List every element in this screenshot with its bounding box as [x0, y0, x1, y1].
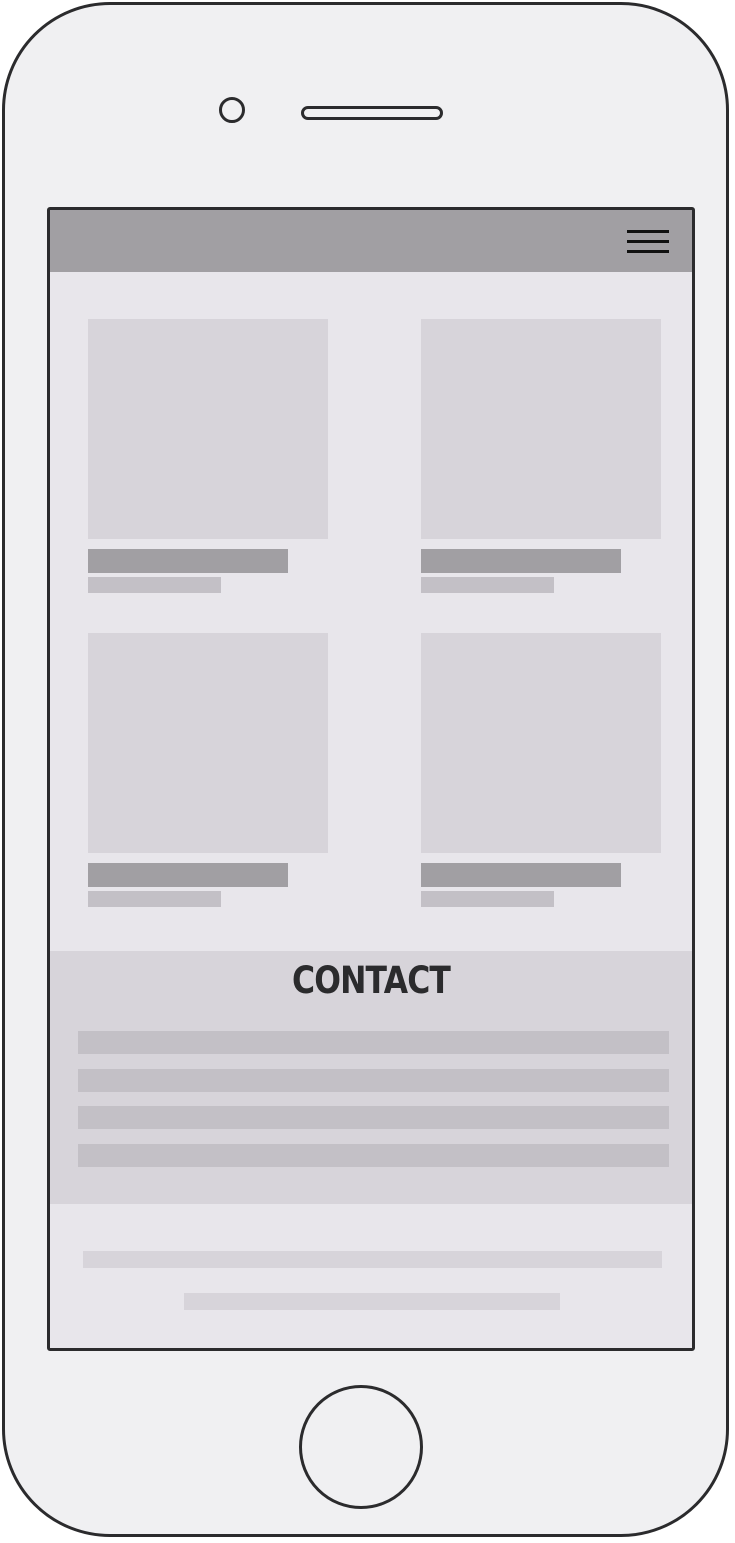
front-camera [219, 97, 245, 123]
contact-field-email[interactable] [78, 1069, 669, 1092]
contact-field-subject[interactable] [78, 1106, 669, 1129]
contact-field-message[interactable] [78, 1144, 669, 1167]
product-card[interactable] [421, 319, 661, 593]
contact-heading: CONTACT [291, 959, 451, 1002]
product-title-placeholder [421, 863, 621, 887]
earpiece-speaker [301, 106, 443, 120]
product-card[interactable] [421, 633, 661, 907]
product-title-placeholder [421, 549, 621, 573]
product-image-placeholder [88, 633, 328, 853]
product-card[interactable] [88, 633, 328, 907]
product-subtitle-placeholder [88, 577, 221, 593]
product-subtitle-placeholder [421, 577, 554, 593]
phone-screen: CONTACT [47, 207, 695, 1351]
product-image-placeholder [421, 319, 661, 539]
contact-section: CONTACT [50, 951, 692, 1204]
home-button[interactable] [299, 1385, 423, 1509]
product-subtitle-placeholder [88, 891, 221, 907]
footer-text-placeholder [184, 1293, 560, 1310]
hamburger-menu-icon[interactable] [627, 228, 669, 256]
top-navigation-bar [50, 210, 692, 272]
product-image-placeholder [88, 319, 328, 539]
product-title-placeholder [88, 549, 288, 573]
product-image-placeholder [421, 633, 661, 853]
product-title-placeholder [88, 863, 288, 887]
product-card[interactable] [88, 319, 328, 593]
footer-text-placeholder [83, 1251, 662, 1268]
phone-frame: CONTACT [2, 2, 729, 1537]
contact-field-name[interactable] [78, 1031, 669, 1054]
product-subtitle-placeholder [421, 891, 554, 907]
